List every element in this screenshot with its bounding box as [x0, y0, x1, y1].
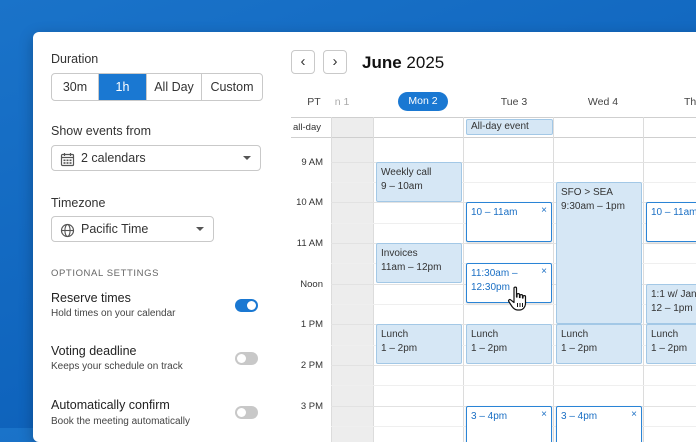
scheduler-card: Duration 30m 1h All Day Custom Show even… — [33, 32, 696, 442]
hand-cursor-icon — [507, 286, 527, 311]
event-invoices[interactable]: Invoices 11am – 12pm — [376, 243, 462, 283]
duration-label: Duration — [51, 52, 99, 66]
event-time: 1 – 2pm — [471, 343, 508, 354]
duration-1h-button[interactable]: 1h — [99, 74, 147, 100]
auto-confirm-title: Automatically confirm — [51, 398, 170, 412]
reserve-times-title: Reserve times — [51, 291, 131, 305]
slot-wed-3[interactable]: 3 – 4pm × — [556, 406, 642, 442]
event-flight[interactable]: SFO > SEA 9:30am – 1pm — [556, 182, 642, 324]
chevron-down-icon — [196, 227, 204, 231]
close-icon[interactable]: × — [541, 204, 547, 218]
slot-time: 3 – 4pm — [561, 411, 598, 422]
allday-event[interactable]: All-day event — [466, 119, 553, 135]
timezone-label: Timezone — [51, 196, 106, 210]
voting-deadline-subtitle: Keeps your schedule on track — [51, 361, 183, 372]
year: 2025 — [406, 53, 445, 72]
event-title: Lunch — [381, 329, 409, 340]
voting-deadline-title: Voting deadline — [51, 344, 137, 358]
slot-time: 10 – 11am — [471, 207, 518, 218]
grid-line — [331, 385, 696, 386]
event-weekly-call[interactable]: Weekly call 9 – 10am — [376, 162, 462, 202]
event-lunch-wed[interactable]: Lunch 1 – 2pm — [556, 324, 642, 364]
day-header-mon[interactable]: Mon 2 — [398, 92, 448, 111]
time-label: 10 AM — [296, 197, 323, 208]
month-title: June 2025 — [362, 53, 444, 73]
allday-label: all-day — [293, 122, 321, 133]
reserve-times-toggle[interactable] — [235, 299, 258, 312]
time-label: 11 AM — [296, 238, 323, 249]
day-header-partial: n 1 — [334, 96, 350, 108]
close-icon[interactable]: × — [541, 265, 547, 279]
reserve-times-subtitle: Hold times on your calendar — [51, 308, 176, 319]
slot-tue-10[interactable]: 10 – 11am × — [466, 202, 552, 242]
column-line — [331, 117, 332, 442]
day-header-wed[interactable]: Wed 4 — [563, 96, 643, 108]
month-name: June — [362, 53, 402, 72]
time-label: 2 PM — [300, 360, 323, 371]
slot-tue-3[interactable]: 3 – 4pm × — [466, 406, 552, 442]
auto-confirm-subtitle: Book the meeting automatically — [51, 416, 190, 427]
event-title: Lunch — [471, 329, 499, 340]
event-thu-meeting[interactable]: 1:1 w/ Jan 12 – 1pm — [646, 284, 696, 324]
event-lunch-thu[interactable]: Lunch 1 – 2pm — [646, 324, 696, 364]
slot-time: 10 – 11am — [651, 207, 696, 218]
calendar-icon — [60, 151, 75, 175]
column-line — [373, 117, 374, 442]
timezone-select[interactable]: Pacific Time — [51, 216, 214, 242]
event-title: Lunch — [651, 329, 679, 340]
time-label: 1 PM — [300, 319, 323, 330]
duration-custom-button[interactable]: Custom — [202, 74, 262, 100]
calendar-grid: PT n 1 Mon 2 Tue 3 Wed 4 Thu all-day All… — [291, 88, 696, 442]
event-time: 11am – 12pm — [381, 262, 442, 273]
duration-allday-button[interactable]: All Day — [147, 74, 202, 100]
time-label: 3 PM — [300, 401, 323, 412]
event-title: Weekly call — [381, 167, 432, 178]
grid-line — [291, 117, 696, 118]
event-lunch-mon[interactable]: Lunch 1 – 2pm — [376, 324, 462, 364]
slot-time: 3 – 4pm — [471, 411, 508, 422]
duration-30m-button[interactable]: 30m — [52, 74, 99, 100]
settings-panel: Duration 30m 1h All Day Custom Show even… — [33, 32, 278, 442]
optional-settings-heading: OPTIONAL SETTINGS — [51, 268, 160, 279]
event-title: 1:1 w/ Jan — [651, 289, 696, 300]
close-icon[interactable]: × — [631, 408, 637, 422]
prev-week-button[interactable]: ‹ — [291, 50, 315, 74]
event-title: SFO > SEA — [561, 187, 613, 198]
calendars-select[interactable]: 2 calendars — [51, 145, 261, 171]
grid-line — [331, 365, 696, 366]
next-week-button[interactable]: › — [323, 50, 347, 74]
day-header-thu[interactable]: Thu — [653, 96, 696, 108]
event-time: 12 – 1pm — [651, 303, 693, 314]
event-title: Lunch — [561, 329, 589, 340]
time-label: Noon — [300, 279, 323, 290]
timezone-select-value: Pacific Time — [81, 222, 149, 236]
chevron-down-icon — [243, 156, 251, 160]
event-time: 1 – 2pm — [381, 343, 418, 354]
column-line — [553, 117, 554, 442]
grid-line — [291, 137, 696, 138]
event-title: Invoices — [381, 248, 418, 259]
event-time: 9:30am – 1pm — [561, 201, 625, 212]
event-time: 1 – 2pm — [561, 343, 598, 354]
event-time: 9 – 10am — [381, 181, 423, 192]
column-line — [463, 117, 464, 442]
duration-segmented-control: 30m 1h All Day Custom — [51, 73, 263, 101]
time-label: 9 AM — [301, 157, 323, 168]
partial-day-column — [331, 117, 373, 442]
event-lunch-tue[interactable]: Lunch 1 – 2pm — [466, 324, 552, 364]
slot-thu-10[interactable]: 10 – 11am — [646, 202, 696, 242]
show-events-label: Show events from — [51, 124, 152, 138]
timezone-short: PT — [307, 96, 321, 108]
auto-confirm-toggle[interactable] — [235, 406, 258, 419]
voting-deadline-toggle[interactable] — [235, 352, 258, 365]
event-time: 1 – 2pm — [651, 343, 688, 354]
calendars-select-value: 2 calendars — [81, 151, 146, 165]
close-icon[interactable]: × — [541, 408, 547, 422]
globe-icon — [60, 222, 75, 246]
day-header-tue[interactable]: Tue 3 — [474, 96, 554, 108]
column-line — [643, 117, 644, 442]
